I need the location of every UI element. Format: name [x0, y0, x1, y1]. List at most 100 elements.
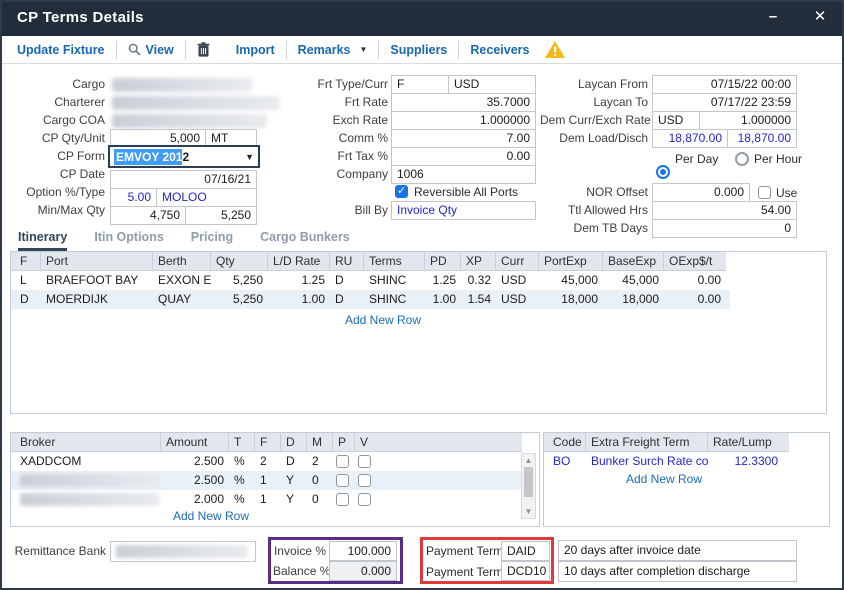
cell-oexp[interactable]: 0.00: [664, 271, 726, 290]
cell-m[interactable]: 2: [307, 452, 333, 471]
cell-baseexp[interactable]: 45,000: [603, 271, 664, 290]
max-qty-field[interactable]: 5,250: [185, 206, 257, 225]
cell-f[interactable]: D: [15, 290, 41, 309]
remarks-button[interactable]: Remarks ▼: [298, 43, 368, 57]
cell-amount[interactable]: 2.500: [161, 452, 229, 471]
cell-qty[interactable]: 5,250: [211, 290, 268, 309]
charterer-field-redacted[interactable]: [112, 96, 280, 110]
cell-d[interactable]: D: [281, 452, 307, 471]
cell-code[interactable]: BO: [548, 452, 586, 471]
dem-exch-rate-field[interactable]: 1.000000: [699, 111, 797, 130]
cell-ld-rate[interactable]: 1.00: [268, 290, 330, 309]
v-checkbox[interactable]: [358, 455, 371, 468]
tab-cargo-bunkers[interactable]: Cargo Bunkers: [260, 230, 350, 251]
broker-scrollbar[interactable]: ▲ ▼: [521, 453, 536, 519]
cell-t[interactable]: %: [229, 490, 255, 509]
itinerary-add-new-row-link[interactable]: Add New Row: [333, 313, 433, 327]
cell-t[interactable]: %: [229, 452, 255, 471]
cell-f[interactable]: 2: [255, 452, 281, 471]
p-checkbox[interactable]: [336, 455, 349, 468]
laycan-from-field[interactable]: 07/15/22 00:00: [652, 75, 797, 94]
extra-freight-row[interactable]: BO Bunker Surch Rate com 12.3300: [544, 452, 829, 471]
extra-freight-add-new-row-link[interactable]: Add New Row: [599, 472, 729, 486]
cell-xp[interactable]: 1.54: [461, 290, 496, 309]
cell-f[interactable]: L: [15, 271, 41, 290]
ttl-allowed-hrs-field[interactable]: 54.00: [652, 201, 797, 220]
cell-t[interactable]: %: [229, 471, 255, 490]
broker-row[interactable]: XADDCOM 2.500 % 2 D 2: [11, 452, 539, 471]
cell-amount[interactable]: 2.000: [161, 490, 229, 509]
frt-type-field[interactable]: F: [391, 75, 449, 94]
scroll-up-icon[interactable]: ▲: [522, 454, 535, 467]
cell-portexp[interactable]: 45,000: [539, 271, 603, 290]
v-checkbox[interactable]: [358, 474, 371, 487]
cell-port[interactable]: BRAEFOOT BAY: [41, 271, 153, 290]
remittance-bank-field[interactable]: [110, 541, 256, 562]
frt-curr-field[interactable]: USD: [448, 75, 536, 94]
delete-button[interactable]: [197, 42, 210, 57]
cell-extra-freight-term[interactable]: Bunker Surch Rate com: [586, 452, 708, 471]
broker-add-new-row-link[interactable]: Add New Row: [151, 509, 271, 523]
cell-port[interactable]: MOERDIJK: [41, 290, 153, 309]
cell-terms[interactable]: SHINC: [364, 271, 425, 290]
broker-row[interactable]: 2.000 % 1 Y 0: [11, 490, 539, 509]
cargo-coa-field-redacted[interactable]: [112, 114, 267, 128]
p-checkbox[interactable]: [336, 493, 349, 506]
cell-broker[interactable]: XADDCOM: [15, 452, 161, 471]
frt-rate-field[interactable]: 35.7000: [391, 93, 536, 112]
cell-pd[interactable]: 1.00: [425, 290, 461, 309]
warning-triangle-icon[interactable]: [544, 40, 566, 59]
company-field[interactable]: 1006: [391, 165, 536, 184]
cell-curr[interactable]: USD: [496, 271, 539, 290]
receivers-button[interactable]: Receivers: [470, 43, 529, 57]
minimize-button[interactable]: –: [758, 0, 788, 36]
invoice-pct-field[interactable]: 100.000: [329, 541, 397, 561]
nor-offset-field[interactable]: 0.000: [652, 183, 750, 202]
cell-oexp[interactable]: 0.00: [664, 290, 726, 309]
cell-pd[interactable]: 1.25: [425, 271, 461, 290]
cell-curr[interactable]: USD: [496, 290, 539, 309]
use-checkbox[interactable]: [758, 186, 771, 199]
option-pct-field[interactable]: 5.00: [110, 188, 157, 207]
balance-pct-field[interactable]: 0.000: [329, 561, 397, 581]
option-type-field[interactable]: MOLOO: [156, 188, 257, 207]
frt-tax-field[interactable]: 0.00: [391, 147, 536, 166]
cell-baseexp[interactable]: 18,000: [603, 290, 664, 309]
min-qty-field[interactable]: 4,750: [110, 206, 186, 225]
import-button[interactable]: Import: [236, 43, 275, 57]
cell-ru[interactable]: D: [330, 290, 364, 309]
cell-f[interactable]: 1: [255, 471, 281, 490]
cell-amount[interactable]: 2.500: [161, 471, 229, 490]
cell-d[interactable]: Y: [281, 471, 307, 490]
tab-itin-options[interactable]: Itin Options: [94, 230, 163, 251]
cell-portexp[interactable]: 18,000: [539, 290, 603, 309]
close-button[interactable]: ✕: [805, 0, 835, 36]
cell-m[interactable]: 0: [307, 490, 333, 509]
scroll-down-icon[interactable]: ▼: [522, 505, 535, 518]
comm-pct-field[interactable]: 7.00: [391, 129, 536, 148]
cell-terms[interactable]: SHINC: [364, 290, 425, 309]
scrollbar-thumb[interactable]: [524, 467, 533, 497]
cell-m[interactable]: 0: [307, 471, 333, 490]
cell-qty[interactable]: 5,250: [211, 271, 268, 290]
cell-d[interactable]: Y: [281, 490, 307, 509]
cell-ld-rate[interactable]: 1.25: [268, 271, 330, 290]
reversible-all-ports-checkbox[interactable]: [395, 185, 408, 198]
cargo-field-redacted[interactable]: [112, 78, 252, 92]
dem-tb-days-field[interactable]: 0: [652, 219, 797, 238]
p-checkbox[interactable]: [336, 474, 349, 487]
exch-rate-field[interactable]: 1.000000: [391, 111, 536, 130]
cell-ru[interactable]: D: [330, 271, 364, 290]
broker-row[interactable]: 2.500 % 1 Y 0: [11, 471, 526, 490]
payment-terms-code-field[interactable]: DAID: [501, 541, 550, 561]
cell-f[interactable]: 1: [255, 490, 281, 509]
cell-berth[interactable]: EXXON EA: [153, 271, 211, 290]
tab-pricing[interactable]: Pricing: [191, 230, 233, 251]
cell-rate-lump[interactable]: 12.3300: [708, 452, 783, 471]
update-fixture-button[interactable]: Update Fixture: [17, 43, 105, 57]
per-hour-radio[interactable]: [735, 152, 749, 166]
dem-curr-field[interactable]: USD: [652, 111, 700, 130]
itinerary-row[interactable]: D MOERDIJK QUAY 5,250 1.00 D SHINC 1.00 …: [11, 290, 730, 309]
v-checkbox[interactable]: [358, 493, 371, 506]
laycan-to-field[interactable]: 07/17/22 23:59: [652, 93, 797, 112]
